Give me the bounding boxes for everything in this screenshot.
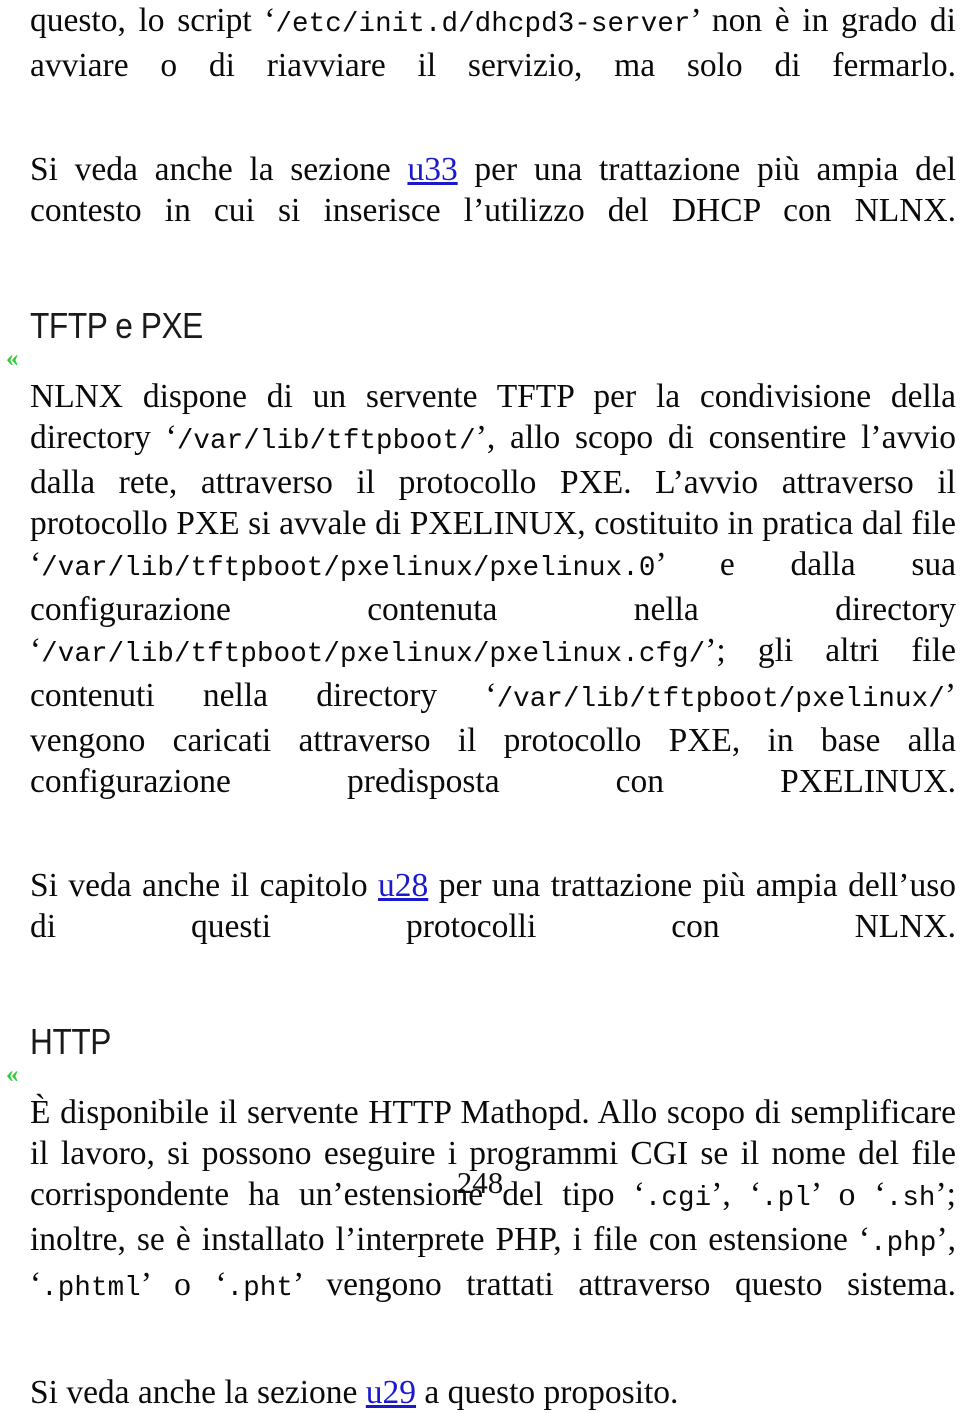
section-http: HTTP « È disponibile il servente HTTP Ma… (6, 1021, 956, 1413)
text-segment: Si veda anche la sezione (30, 1374, 366, 1411)
paragraph-http-body: È disponibile il servente HTTP Mathopd. … (30, 1092, 956, 1350)
cross-reference-link-u33[interactable]: u33 (407, 151, 457, 188)
text-segment: ’ vengono trattati attraverso questo sis… (293, 1266, 956, 1303)
page-content: questo, lo script ‘/etc/init.d/dhcpd3-se… (6, 0, 956, 1413)
text-segment: ’ o ‘ (140, 1266, 227, 1303)
margin-marker-icon-tftp-pxe: « (6, 345, 19, 372)
cross-reference-link-u28[interactable]: u28 (378, 867, 428, 904)
code-path-pxelinux-cfg: /var/lib/tftpboot/pxelinux/pxelinux.cfg/ (41, 639, 706, 670)
cross-reference-link-u29[interactable]: u29 (366, 1374, 416, 1411)
document-page: questo, lo script ‘/etc/init.d/dhcpd3-se… (0, 0, 960, 1411)
page-number: 248 (456, 1165, 504, 1200)
text-segment: Si veda anche la sezione (30, 151, 408, 188)
paragraph-see-also-u28: Si veda anche il capitolo u28 per una tr… (30, 865, 956, 988)
code-ext-php: .php (870, 1228, 937, 1259)
section-heading-http: HTTP (30, 1021, 111, 1062)
heading-spacer: « (6, 1062, 956, 1092)
paragraph-see-also-u29: Si veda anche la sezione u29 a questo pr… (30, 1372, 956, 1413)
paragraph-dhcpd-script: questo, lo script ‘/etc/init.d/dhcpd3-se… (30, 0, 956, 127)
text-segment: questo, lo script ‘ (30, 2, 276, 39)
text-segment: a questo proposito. (416, 1374, 679, 1411)
heading-spacer: « (6, 346, 956, 376)
code-ext-pht: .pht (226, 1273, 294, 1304)
code-path-tftpboot: /var/lib/tftpboot/ (176, 426, 476, 457)
section-tftp-pxe: TFTP e PXE « NLNX dispone di un servente… (6, 305, 956, 988)
section-heading-tftp-pxe: TFTP e PXE (30, 305, 203, 346)
paragraph-tftp-body: NLNX dispone di un servente TFTP per la … (30, 376, 956, 843)
code-path-dhcpd-server: /etc/init.d/dhcpd3-server (275, 9, 691, 40)
paragraph-see-also-u33: Si veda anche la sezione u33 per una tra… (30, 149, 956, 272)
code-path-pxelinux-0: /var/lib/tftpboot/pxelinux/pxelinux.0 (41, 553, 656, 584)
text-segment: Si veda anche il capitolo (30, 867, 379, 904)
code-ext-phtml: .phtml (41, 1273, 141, 1304)
code-path-pxelinux-dir: /var/lib/tftpboot/pxelinux/ (496, 684, 945, 715)
margin-marker-icon-http: « (6, 1061, 19, 1088)
